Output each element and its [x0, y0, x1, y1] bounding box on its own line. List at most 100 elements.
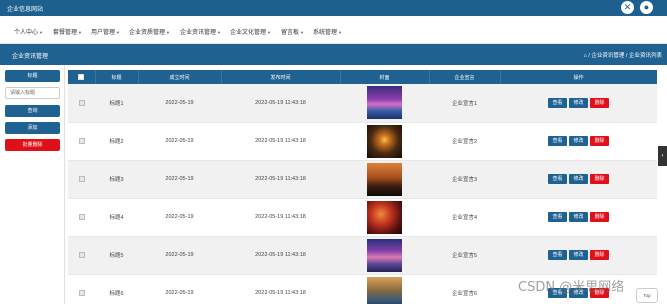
cover-image[interactable]: [367, 162, 402, 196]
query-button[interactable]: 查询: [5, 105, 60, 117]
edit-button[interactable]: 修改: [569, 97, 588, 108]
column-header-actions: 操作: [500, 70, 657, 84]
page-title-bar: 企业资讯管理 ⌂ / 企业资讯管理 / 企业资讯列表: [0, 44, 667, 65]
edit-button[interactable]: 修改: [569, 250, 588, 260]
cell-published: 2022-05-19 11:43:18: [221, 84, 340, 123]
title-search-input[interactable]: 请输入标题: [5, 87, 60, 99]
side-collapse-handle[interactable]: ‹: [658, 146, 667, 166]
delete-button[interactable]: 删除: [590, 174, 609, 184]
row-actions: 查看 修改 删除: [500, 198, 657, 237]
edit-button[interactable]: 修改: [569, 174, 588, 184]
view-button[interactable]: 查看: [548, 174, 567, 184]
row-actions: 查看 修改 删除: [500, 84, 657, 123]
cell-published: 2022-05-19 11:43:18: [221, 236, 340, 275]
chevron-down-icon: ▼: [39, 30, 43, 35]
select-all-checkbox[interactable]: [68, 70, 96, 84]
cell-motto: 企业宣言5: [429, 236, 500, 275]
table-row: 标题1 2022-05-19 2022-05-19 11:43:18 企业宣言1…: [68, 84, 657, 123]
back-to-top-button[interactable]: Top: [636, 288, 658, 303]
row-checkbox[interactable]: [78, 213, 85, 220]
main-nav: 个人中心▼ 套餐管理▼ 用户管理▼ 企业资质管理▼ 企业资讯管理▼ 企业文化管理…: [0, 16, 667, 44]
table-row: 标题2 2022-05-19 2022-05-19 11:43:18 企业宣言2…: [68, 122, 657, 161]
cell-founded: 2022-05-19: [138, 236, 221, 275]
cell-founded: 2022-05-19: [138, 198, 221, 237]
table-row: 标题5 2022-05-19 2022-05-19 11:43:18 企业宣言5…: [68, 236, 657, 275]
cell-title: 标题2: [95, 122, 138, 161]
news-table: 标题 成立时间 发布时间 封面 企业宣言 操作 标题1 2022-05-19 2…: [68, 70, 657, 304]
view-button[interactable]: 查看: [548, 97, 567, 108]
row-checkbox[interactable]: [78, 137, 85, 144]
cell-title: 标题4: [95, 198, 138, 237]
delete-button[interactable]: 删除: [590, 136, 609, 146]
row-checkbox[interactable]: [78, 251, 85, 258]
search-panel: 标题 请输入标题 查询 添加 批量删除: [0, 65, 65, 304]
column-header-published[interactable]: 发布时间: [221, 70, 341, 84]
cover-image[interactable]: [367, 200, 402, 234]
chevron-down-icon: ▼: [338, 30, 342, 35]
cell-title: 标题1: [95, 84, 138, 123]
row-actions: 查看 修改 删除: [500, 236, 657, 275]
row-checkbox[interactable]: [78, 175, 85, 182]
nav-item-culture[interactable]: 企业文化管理▼: [230, 27, 271, 36]
nav-item-news[interactable]: 企业资讯管理▼: [180, 27, 221, 36]
chevron-down-icon: ▼: [78, 30, 82, 35]
chevron-down-icon: ▼: [116, 30, 120, 35]
nav-item-system[interactable]: 系统管理▼: [313, 27, 342, 36]
news-table-container: 标题 成立时间 发布时间 封面 企业宣言 操作 标题1 2022-05-19 2…: [68, 70, 657, 304]
row-actions: 查看 修改 删除: [500, 122, 657, 161]
cover-image[interactable]: [367, 124, 402, 158]
cover-image[interactable]: [367, 276, 402, 304]
cell-motto: 企业宣言1: [429, 84, 500, 123]
chevron-down-icon: ▼: [267, 30, 271, 35]
view-button[interactable]: 查看: [548, 250, 567, 260]
title-filter-button[interactable]: 标题: [5, 70, 60, 82]
cell-founded: 2022-05-19: [138, 160, 221, 199]
cover-image[interactable]: [367, 86, 402, 120]
cell-title: 标题5: [95, 236, 138, 275]
cell-motto: 企业宣言3: [429, 160, 500, 199]
edit-button[interactable]: 修改: [569, 212, 588, 222]
delete-button[interactable]: 删除: [590, 97, 609, 108]
cell-founded: 2022-05-19: [138, 84, 221, 123]
delete-button[interactable]: 删除: [590, 212, 609, 222]
cell-title: 标题6: [95, 274, 138, 304]
row-checkbox[interactable]: [78, 99, 85, 106]
column-header-cover[interactable]: 封面: [340, 70, 430, 84]
batch-delete-button[interactable]: 批量删除: [5, 139, 60, 151]
chevron-down-icon: ▼: [217, 30, 221, 35]
column-header-title[interactable]: 标题: [95, 70, 139, 84]
page-title: 企业资讯管理: [12, 54, 49, 60]
row-actions: 查看 修改 删除: [500, 160, 657, 199]
table-header-row: 标题 成立时间 发布时间 封面 企业宣言 操作: [68, 70, 657, 84]
chevron-down-icon: ▼: [300, 30, 304, 35]
nav-item-qualification[interactable]: 企业资质管理▼: [129, 27, 170, 36]
nav-item-messages[interactable]: 留言板▼: [281, 27, 304, 36]
user-circle-icon[interactable]: ●: [640, 1, 653, 14]
edit-button[interactable]: 修改: [569, 136, 588, 146]
cell-published: 2022-05-19 11:43:18: [221, 198, 340, 237]
nav-item-package[interactable]: 套餐管理▼: [53, 27, 82, 36]
cell-motto: 企业宣言4: [429, 198, 500, 237]
view-button[interactable]: 查看: [548, 212, 567, 222]
site-title: 企业信息网站: [7, 7, 44, 13]
column-header-motto[interactable]: 企业宣言: [429, 70, 501, 84]
row-checkbox[interactable]: [78, 289, 85, 296]
add-button[interactable]: 添加: [5, 122, 60, 134]
nav-item-personal-center[interactable]: 个人中心▼: [14, 27, 43, 36]
view-button[interactable]: 查看: [548, 136, 567, 146]
cell-published: 2022-05-19 11:43:18: [221, 160, 340, 199]
column-header-founded[interactable]: 成立时间: [138, 70, 222, 84]
table-row: 标题3 2022-05-19 2022-05-19 11:43:18 企业宣言3…: [68, 160, 657, 199]
cell-motto: 企业宣言2: [429, 122, 500, 161]
watermark: CSDN @米思网络: [518, 280, 625, 295]
nav-item-users[interactable]: 用户管理▼: [91, 27, 120, 36]
cell-founded: 2022-05-19: [138, 122, 221, 161]
cell-published: 2022-05-19 11:43:18: [221, 274, 340, 304]
delete-button[interactable]: 删除: [590, 250, 609, 260]
close-circle-icon[interactable]: ✕: [621, 1, 634, 14]
cover-image[interactable]: [367, 238, 402, 272]
table-row: 标题4 2022-05-19 2022-05-19 11:43:18 企业宣言4…: [68, 198, 657, 237]
top-bar: 企业信息网站 ✕ ●: [0, 0, 667, 16]
breadcrumb[interactable]: ⌂ / 企业资讯管理 / 企业资讯列表: [584, 51, 663, 59]
cell-founded: 2022-05-19: [138, 274, 221, 304]
